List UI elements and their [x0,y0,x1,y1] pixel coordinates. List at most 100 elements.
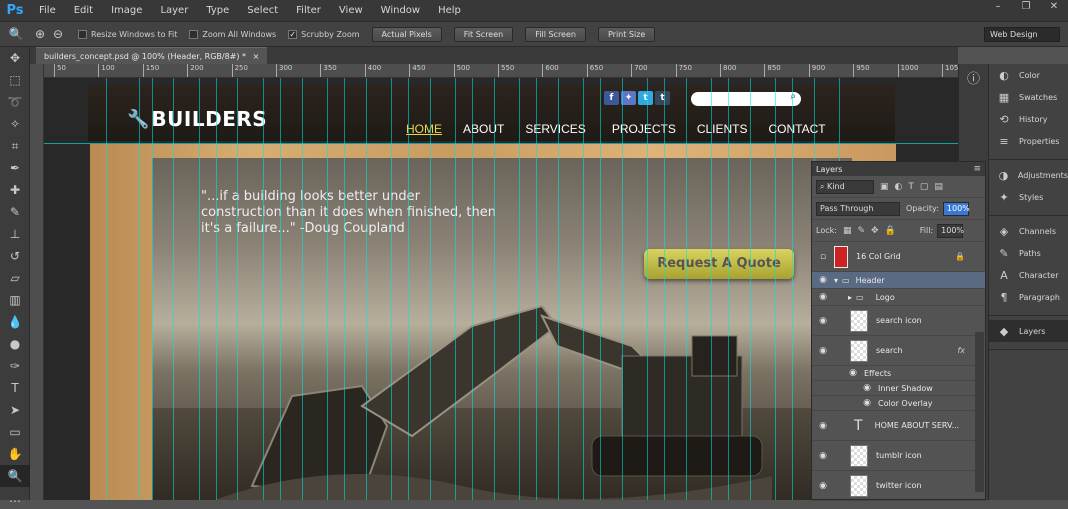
layer-row[interactable]: ◉ ▾ ▭ Header [812,272,985,289]
fit-screen-button[interactable]: Fit Screen [453,26,514,42]
vertical-guide[interactable] [152,78,153,500]
layers-tab[interactable]: Layers [816,165,842,174]
vertical-guide[interactable] [455,78,456,500]
print-size-button[interactable]: Print Size [597,26,656,42]
clone-stamp-tool-icon[interactable]: ⊥ [0,223,30,245]
layer-row[interactable]: ◉ search icon [812,306,985,336]
layers-scrollbar[interactable] [975,332,984,492]
vertical-guide[interactable] [728,78,729,500]
dock-character[interactable]: A Character [989,264,1068,286]
dock-paragraph[interactable]: ¶ Paragraph [989,286,1068,308]
nav-clients[interactable]: CLIENTS [697,122,748,136]
visibility-off-icon[interactable]: ▫ [812,252,834,262]
zoom-tool-icon[interactable]: 🔍 [0,465,30,487]
site-search-field[interactable]: ⌕ [691,91,801,106]
twitter-icon[interactable]: t [638,91,653,105]
eye-icon[interactable]: ◉ [812,481,834,491]
nav-services[interactable]: SERVICES [525,122,585,136]
fill-input[interactable]: 100% [937,223,964,238]
nav-contact[interactable]: CONTACT [769,122,826,136]
vertical-guide[interactable] [327,78,328,500]
vertical-guide[interactable] [302,78,303,500]
quick-select-tool-icon[interactable]: ✧ [0,113,30,135]
zoom-all-windows-checkbox[interactable]: Zoom All Windows [189,29,276,39]
menu-select[interactable]: Select [238,5,287,16]
marquee-tool-icon[interactable]: ⬚ [0,69,30,91]
menu-type[interactable]: Type [197,5,238,16]
blend-mode-select[interactable]: Pass Through [816,201,900,216]
eraser-tool-icon[interactable]: ▱ [0,267,30,289]
pen-tool-icon[interactable]: ✑ [0,355,30,377]
vertical-guide[interactable] [408,78,409,500]
dock-properties[interactable]: ≡ Properties [989,130,1068,152]
brush-tool-icon[interactable]: ✎ [0,201,30,223]
vertical-guide[interactable] [600,78,601,500]
dock-paths[interactable]: ✎ Paths [989,242,1068,264]
lock-pixels-icon[interactable]: ▦ [843,226,852,236]
tumblr-icon[interactable]: t [655,91,670,105]
vertical-guide[interactable] [711,78,712,500]
vertical-guide[interactable] [647,78,648,500]
vertical-guide[interactable] [472,78,473,500]
vertical-guide[interactable] [686,78,687,500]
expand-right-icon[interactable]: ▸ [848,293,852,302]
vertical-guide[interactable] [430,78,431,500]
nav-home[interactable]: HOME [406,122,442,136]
shape-tool-icon[interactable]: ▭ [0,421,30,443]
layer-row[interactable]: ◉ twitter icon [812,471,985,501]
eyedropper-tool-icon[interactable]: ✒ [0,157,30,179]
eye-icon[interactable]: ◉ [812,451,834,461]
opacity-input[interactable]: 100% [942,201,970,216]
history-brush-tool-icon[interactable]: ↺ [0,245,30,267]
dock-layers[interactable]: ◆ Layers [989,320,1068,342]
horizontal-guide[interactable] [44,143,958,144]
filter-kind-select[interactable]: ⌕ Kind [816,179,874,194]
eye-icon[interactable]: ◉ [856,398,878,408]
vertical-guide[interactable] [750,78,751,500]
vertical-guide[interactable] [106,78,107,500]
menu-view[interactable]: View [330,5,372,16]
request-quote-button[interactable]: Request A Quote [644,249,794,279]
menu-filter[interactable]: Filter [287,5,330,16]
crop-tool-icon[interactable]: ⌗ [0,135,30,157]
dock-history[interactable]: ⟲ History [989,108,1068,130]
eye-icon[interactable]: ◉ [812,346,834,356]
vertical-guide[interactable] [199,78,200,500]
vertical-guide[interactable] [366,78,367,500]
filter-type-icon[interactable]: T [908,182,914,192]
document-tab[interactable]: builders_concept.psd @ 100% (Header, RGB… [36,47,268,64]
vertical-guide[interactable] [519,78,520,500]
facebook-icon[interactable]: f [604,91,619,105]
dodge-tool-icon[interactable]: ● [0,333,30,355]
zoom-tool-icon[interactable]: 🔍 [8,26,24,42]
actual-pixels-button[interactable]: Actual Pixels [371,26,442,42]
flickr-icon[interactable]: ✦ [621,91,636,105]
healing-tool-icon[interactable]: ✚ [0,179,30,201]
path-select-tool-icon[interactable]: ➤ [0,399,30,421]
vertical-guide[interactable] [664,78,665,500]
lock-position-icon[interactable]: ✥ [871,226,879,236]
workspace-select[interactable]: Web Design [984,27,1060,42]
panel-menu-icon[interactable]: ≡ [973,164,981,174]
type-tool-icon[interactable]: T [0,377,30,399]
eye-icon[interactable]: ◉ [812,292,834,302]
vertical-guide[interactable] [391,78,392,500]
vertical-guide[interactable] [139,78,140,500]
filter-smart-icon[interactable]: ▤ [934,182,943,192]
more-tools-icon[interactable]: … [0,487,30,509]
menu-file[interactable]: File [30,5,65,16]
vertical-guide[interactable] [216,78,217,500]
effects-row[interactable]: ◉ Effects [812,366,985,381]
vertical-guide[interactable] [494,78,495,500]
fx-icon[interactable]: fx [957,346,965,355]
dock-swatches[interactable]: ▦ Swatches [989,86,1068,108]
close-icon[interactable]: × [253,52,260,61]
dock-adjustments[interactable]: ◑ Adjustments [989,164,1068,186]
vertical-guide[interactable] [263,78,264,500]
vertical-guide[interactable] [237,78,238,500]
layer-row[interactable]: ◉ ▸ ▭ Logo [812,289,985,306]
layer-row[interactable]: ◉ T HOME ABOUT SERV... [812,411,985,441]
vertical-guide[interactable] [583,78,584,500]
dock-channels[interactable]: ◈ Channels [989,220,1068,242]
effect-row[interactable]: ◉ Inner Shadow [812,381,985,396]
